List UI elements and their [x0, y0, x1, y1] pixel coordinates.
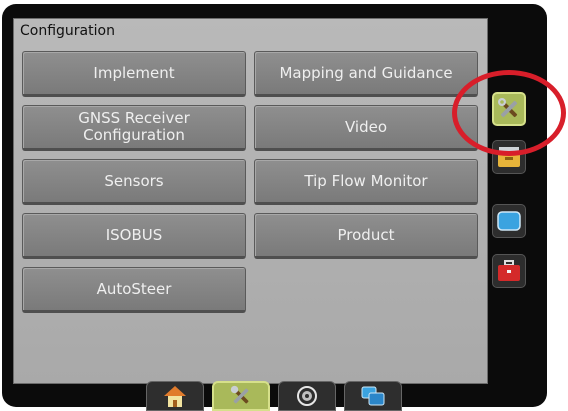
sensors-button[interactable]: Sensors [22, 159, 246, 205]
console-frame: Configuration Implement Mapping and Guid… [2, 4, 547, 411]
display-icon [497, 211, 521, 231]
mapping-and-guidance-button[interactable]: Mapping and Guidance [254, 51, 478, 97]
tip-flow-monitor-button[interactable]: Tip Flow Monitor [254, 159, 478, 205]
product-button[interactable]: Product [254, 213, 478, 259]
tab-configuration[interactable] [212, 381, 270, 411]
gauge-icon [297, 386, 317, 406]
gnss-label-line2: Configuration [83, 126, 185, 144]
toolbox-icon [498, 260, 520, 281]
highlight-circle [452, 70, 566, 156]
bottom-tab-bar [138, 381, 416, 411]
implement-button[interactable]: Implement [22, 51, 246, 97]
autosteer-button[interactable]: AutoSteer [22, 267, 246, 313]
home-icon [164, 386, 186, 407]
panel-title: Configuration [20, 23, 115, 39]
tab-screens[interactable] [344, 381, 402, 411]
side-tab-display[interactable] [492, 204, 526, 238]
isobus-button[interactable]: ISOBUS [22, 213, 246, 259]
tools-icon [230, 385, 249, 404]
tab-home[interactable] [146, 381, 204, 411]
video-button[interactable]: Video [254, 105, 478, 151]
side-tab-tools[interactable] [492, 254, 526, 288]
gnss-receiver-configuration-button[interactable]: GNSS Receiver Configuration [22, 105, 246, 151]
gnss-label-line1: GNSS Receiver [78, 109, 190, 127]
configuration-panel: Configuration Implement Mapping and Guid… [13, 18, 488, 384]
tab-guidance[interactable] [278, 381, 336, 411]
screens-icon [361, 386, 385, 406]
